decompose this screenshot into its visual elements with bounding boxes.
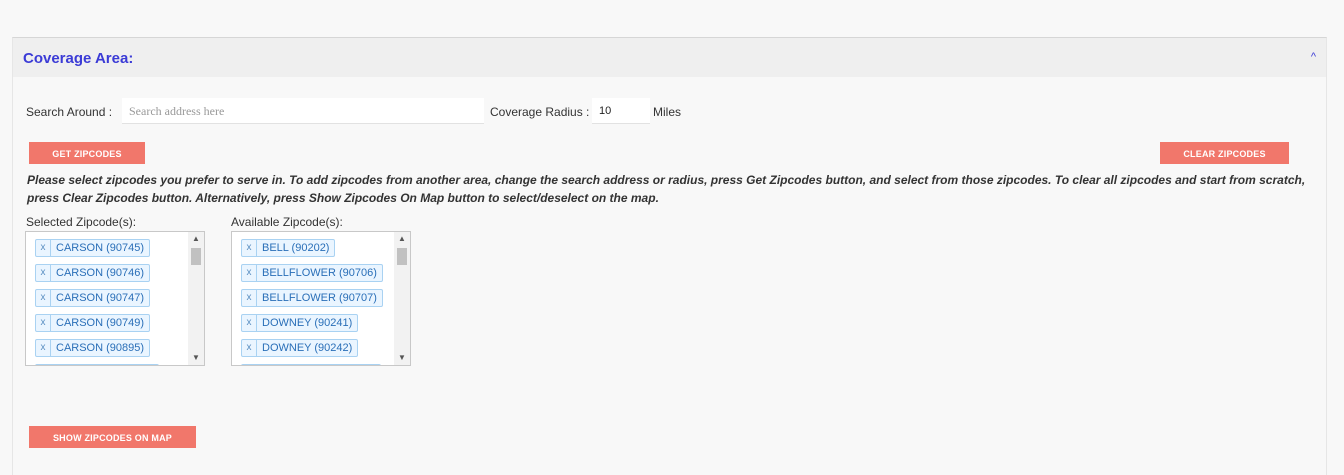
zipcode-tag-label: CARSON (90747) [56,292,145,304]
zipcode-tag[interactable]: x DOWNEY (90241) [241,314,359,332]
zipcode-tag[interactable]: xEL SEGUNDO (90245) [241,364,381,365]
zipcode-tag-label: DOWNEY (90242) [262,342,353,354]
zipcode-tag-label: BELLFLOWER (90706) [262,267,377,279]
zipcode-tag-label: CARSON (90749) [56,317,145,329]
radius-unit: Miles [653,105,682,119]
close-icon[interactable]: x [36,240,51,256]
available-zipcodes-label: Available Zipcode(s): [231,215,343,229]
selected-scrollbar[interactable]: ▲ ▼ [188,232,204,365]
zipcode-tag[interactable]: x CARSON (90895) [35,339,151,357]
close-icon[interactable]: x [242,340,257,356]
triangle-up-icon[interactable]: ▲ [188,232,204,246]
selected-zipcodes-items: x CARSON (90745) x CARSON (90746) x CARSON (9… [35,237,186,365]
close-icon[interactable]: x [36,340,51,356]
selected-zipcodes-label: Selected Zipcode(s): [26,215,137,229]
close-icon[interactable]: x [242,240,257,256]
close-icon[interactable]: x [242,315,257,331]
show-zipcodes-on-map-button[interactable]: SHOW ZIPCODES ON MAP [29,426,196,448]
coverage-area-panel: Coverage Area: ^ Search Around : Coverag… [12,37,1327,475]
close-icon[interactable]: x [36,315,51,331]
zipcode-tag[interactable]: x CARSON (90745) [35,239,151,257]
zipcode-tag-label: CARSON (90746) [56,267,145,279]
zipcode-tag[interactable]: x DOWNEY (90242) [241,339,359,357]
triangle-down-icon[interactable]: ▼ [394,351,410,365]
zipcode-tag[interactable]: x CARSON (90746) [35,264,151,282]
zipcode-tag[interactable]: xCOMPTON (90220) [35,364,159,365]
search-label: Search Around : [26,105,113,119]
scroll-thumb[interactable] [191,248,201,265]
close-icon[interactable]: x [242,265,257,281]
zipcode-tag[interactable]: x BELLFLOWER (90707) [241,289,383,307]
zipcode-tag-label: BELL (90202) [262,242,330,254]
available-zipcodes-items: x BELL (90202) x BELLFLOWER (90706) x BELLFLO… [241,237,392,365]
zipcode-tag-label: CARSON (90895) [56,342,145,354]
zipcode-tag[interactable]: x CARSON (90747) [35,289,151,307]
zipcode-tag-label: BELLFLOWER (90707) [262,292,377,304]
radius-label: Coverage Radius : [490,105,590,119]
close-icon[interactable]: x [36,265,51,281]
zipcode-tag[interactable]: x BELLFLOWER (90706) [241,264,383,282]
selected-zipcodes-list[interactable]: x CARSON (90745) x CARSON (90746) x CARSON (9… [25,231,205,366]
triangle-down-icon[interactable]: ▼ [188,351,204,365]
panel-header[interactable]: Coverage Area: ^ [13,38,1326,77]
triangle-up-icon[interactable]: ▲ [394,232,410,246]
get-zipcodes-button[interactable]: GET ZIPCODES [29,142,145,164]
close-icon[interactable]: x [36,290,51,306]
coverage-radius-input[interactable] [592,98,650,124]
available-zipcodes-list[interactable]: x BELL (90202) x BELLFLOWER (90706) x BELLFLO… [231,231,411,366]
search-address-input[interactable] [122,98,484,124]
instructions-text: Please select zipcodes you prefer to ser… [27,173,1306,205]
chevron-up-icon[interactable]: ^ [1311,51,1316,63]
clear-zipcodes-button[interactable]: CLEAR ZIPCODES [1160,142,1289,164]
section-title: Coverage Area: [23,50,134,67]
scroll-thumb[interactable] [397,248,407,265]
available-scrollbar[interactable]: ▲ ▼ [394,232,410,365]
zipcode-tag-label: DOWNEY (90241) [262,317,353,329]
close-icon[interactable]: x [242,290,257,306]
zipcode-tag[interactable]: x CARSON (90749) [35,314,151,332]
zipcode-tag[interactable]: x BELL (90202) [241,239,336,257]
zipcode-tag-label: CARSON (90745) [56,242,145,254]
